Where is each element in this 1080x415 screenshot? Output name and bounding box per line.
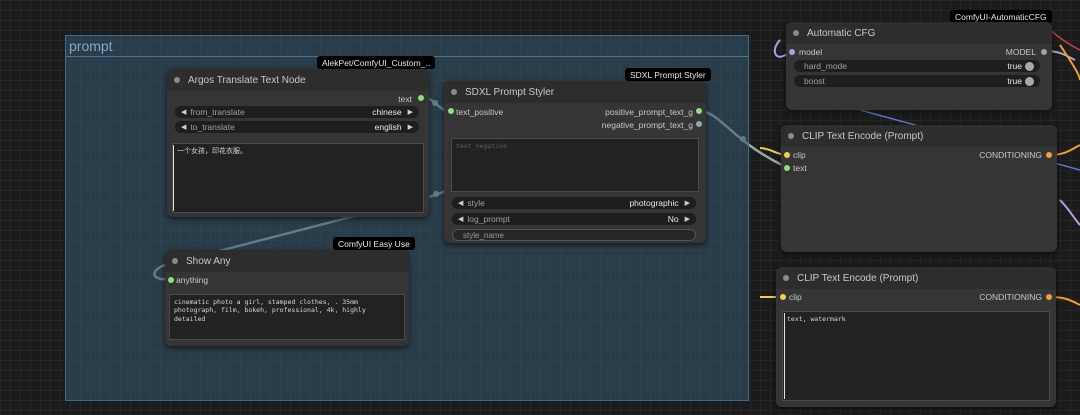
text-negative-input[interactable]: text_negative: [451, 138, 699, 192]
clip-text-encode-node-2[interactable]: CLIP Text Encode (Prompt) clip CONDITION…: [776, 267, 1056, 407]
argos-text-input[interactable]: 一个女孩，印花衣服。: [172, 143, 424, 213]
showany-input-port[interactable]: [168, 277, 174, 283]
style-value: photographic: [629, 198, 679, 208]
node-collapse-dot[interactable]: [788, 133, 794, 139]
boost-label: boost: [804, 76, 825, 86]
group-title: prompt: [69, 38, 113, 54]
sdxl-input-port[interactable]: [448, 108, 454, 114]
clip1-input-clip-port[interactable]: [784, 152, 790, 158]
to-translate-value: english: [374, 122, 402, 132]
sdxl-output-negative: negative_prompt_text_g: [601, 120, 693, 130]
clip-text-encode-node-1[interactable]: CLIP Text Encode (Prompt) clip text COND…: [781, 125, 1057, 252]
clip2-node-title[interactable]: CLIP Text Encode (Prompt): [776, 267, 1056, 289]
arrow-right-icon[interactable]: ▶: [408, 123, 413, 131]
style-combo[interactable]: ◀ style photographic ▶: [452, 197, 696, 209]
clip2-output-port[interactable]: [1046, 294, 1052, 300]
autocfg-output-port[interactable]: [1041, 49, 1047, 55]
node-collapse-dot[interactable]: [793, 30, 799, 36]
style-label: style: [467, 198, 485, 208]
clip2-output-conditioning: CONDITIONING: [979, 292, 1042, 302]
showany-output-text[interactable]: cinematic photo a girl, stamped clothes,…: [169, 294, 405, 340]
show-any-node[interactable]: Show Any anything cinematic photo a girl…: [165, 250, 409, 346]
clip1-input-text-port[interactable]: [784, 165, 790, 171]
arrow-right-icon[interactable]: ▶: [685, 199, 690, 207]
argos-translate-node[interactable]: Argos Translate Text Node text ◀ from_tr…: [167, 69, 429, 217]
arrow-left-icon[interactable]: ◀: [181, 123, 186, 131]
clip1-output-port[interactable]: [1046, 152, 1052, 158]
clip1-input-text: text: [793, 163, 807, 173]
argos-output-text: text: [398, 94, 412, 104]
showany-input-anything: anything: [176, 275, 209, 285]
toggle-knob-icon[interactable]: [1025, 61, 1034, 71]
text-caret: [173, 145, 174, 211]
hard-mode-toggle[interactable]: hard_mode true: [794, 60, 1040, 72]
node-collapse-dot[interactable]: [451, 89, 457, 95]
autocfg-node-title[interactable]: Automatic CFG: [786, 22, 1052, 44]
log-prompt-combo[interactable]: ◀ log_prompt No ▶: [452, 213, 696, 225]
to-translate-combo[interactable]: ◀ to_translate english ▶: [175, 121, 419, 133]
autocfg-input-port[interactable]: [789, 49, 795, 55]
showany-title-label: Show Any: [186, 256, 231, 267]
argos-source-badge: AlekPet/ComfyUI_Custom_..: [317, 56, 436, 69]
sdxl-output-positive-port[interactable]: [696, 108, 702, 114]
hard-mode-value: true: [1007, 61, 1022, 71]
autocfg-output-model: MODEL: [1005, 47, 1036, 57]
style-name-field[interactable]: style_name: [452, 229, 696, 241]
from-translate-combo[interactable]: ◀ from_translate chinese ▶: [175, 106, 419, 118]
hard-mode-label: hard_mode: [804, 61, 848, 71]
showany-source-badge: ComfyUI Easy Use: [333, 237, 415, 250]
sdxl-output-positive: positive_prompt_text_g: [605, 107, 693, 117]
clip1-title-label: CLIP Text Encode (Prompt): [802, 131, 924, 142]
autocfg-input-model: model: [799, 47, 823, 57]
arrow-left-icon[interactable]: ◀: [458, 199, 463, 207]
arrow-right-icon[interactable]: ▶: [408, 108, 413, 116]
clip2-input-clip: clip: [789, 292, 802, 302]
clip1-node-title[interactable]: CLIP Text Encode (Prompt): [781, 125, 1057, 147]
sdxl-input-text-positive: text_positive: [456, 107, 504, 117]
boost-value: true: [1007, 76, 1022, 86]
node-collapse-dot[interactable]: [783, 275, 789, 281]
to-translate-label: to_translate: [190, 122, 235, 132]
clip2-title-label: CLIP Text Encode (Prompt): [797, 273, 919, 284]
log-prompt-label: log_prompt: [467, 214, 510, 224]
sdxl-prompt-styler-node[interactable]: SDXL Prompt Styler text_positive positiv…: [444, 81, 706, 243]
arrow-right-icon[interactable]: ▶: [685, 215, 690, 223]
boost-toggle[interactable]: boost true: [794, 75, 1040, 87]
from-translate-label: from_translate: [190, 107, 245, 117]
clip1-input-clip: clip: [793, 150, 806, 160]
argos-title-label: Argos Translate Text Node: [188, 75, 306, 86]
showany-node-title[interactable]: Show Any: [165, 250, 409, 272]
clip1-output-conditioning: CONDITIONING: [979, 150, 1042, 160]
automatic-cfg-node[interactable]: Automatic CFG model MODEL hard_mode true…: [786, 22, 1052, 110]
sdxl-output-negative-port[interactable]: [696, 121, 702, 127]
node-collapse-dot[interactable]: [174, 77, 180, 83]
sdxl-node-title[interactable]: SDXL Prompt Styler: [444, 81, 706, 103]
log-prompt-value: No: [667, 214, 679, 224]
sdxl-title-label: SDXL Prompt Styler: [465, 87, 555, 98]
argos-output-port[interactable]: [418, 95, 424, 101]
text-caret: [784, 313, 785, 399]
toggle-knob-icon[interactable]: [1025, 76, 1034, 86]
from-translate-value: chinese: [372, 107, 402, 117]
arrow-left-icon[interactable]: ◀: [458, 215, 463, 223]
sdxl-source-badge: SDXL Prompt Styler: [625, 68, 711, 81]
clip2-input-clip-port[interactable]: [780, 294, 786, 300]
node-collapse-dot[interactable]: [172, 258, 178, 264]
autocfg-title-label: Automatic CFG: [807, 28, 876, 39]
clip2-text-input[interactable]: text, watermark: [782, 311, 1050, 401]
argos-node-title[interactable]: Argos Translate Text Node: [167, 69, 429, 91]
arrow-left-icon[interactable]: ◀: [181, 108, 186, 116]
